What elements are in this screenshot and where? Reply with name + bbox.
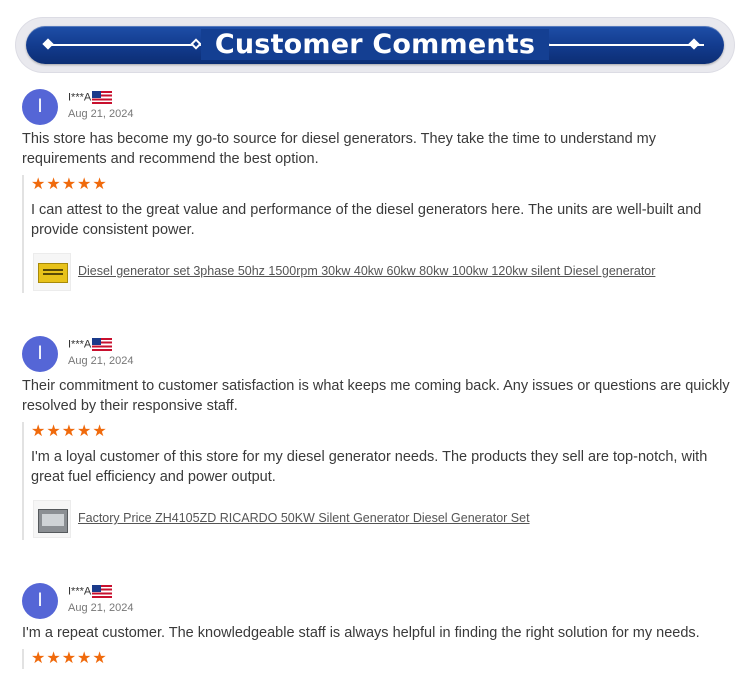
review-date: Aug 21, 2024 [68, 355, 134, 367]
reviewer-name: I***A [68, 91, 92, 104]
us-flag-icon [92, 338, 113, 351]
followup-comment: I can attest to the great value and perf… [31, 202, 702, 238]
avatar: I [22, 336, 58, 372]
review-header: I I***A Aug 21, 2024 [22, 583, 742, 623]
product-link[interactable]: Factory Price ZH4105ZD RICARDO 50KW Sile… [78, 511, 530, 525]
page-title: Customer Comments [26, 29, 724, 60]
us-flag-icon [92, 91, 113, 104]
review-date: Aug 21, 2024 [68, 602, 134, 614]
review-header: I I***A Aug 21, 2024 [22, 89, 742, 129]
generator-image [38, 509, 68, 533]
reviewer-info: I***A [68, 91, 113, 105]
reviewer-name: I***A [68, 338, 92, 351]
review-comment: This store has become my go-to source fo… [22, 131, 657, 167]
review-item: I I***A Aug 21, 2024 This store has beco… [22, 89, 742, 293]
review-followup: ★★★★★ I can attest to the great value an… [22, 175, 742, 293]
generator-image [38, 263, 68, 283]
review-item: I I***A Aug 21, 2024 Their commitment to… [22, 336, 742, 540]
review-followup: ★★★★★ I'm a loyal customer of this store… [22, 422, 742, 540]
product-link[interactable]: Diesel generator set 3phase 50hz 1500rpm… [78, 264, 655, 278]
followup-comment: I'm a loyal customer of this store for m… [31, 449, 708, 485]
reviewer-name: I***A [68, 585, 92, 598]
product-thumbnail[interactable] [33, 500, 71, 538]
header-banner-bar: Customer Comments [26, 26, 724, 64]
review-header: I I***A Aug 21, 2024 [22, 336, 742, 376]
avatar: I [22, 89, 58, 125]
product-reference[interactable]: Diesel generator set 3phase 50hz 1500rpm… [31, 253, 742, 293]
header-banner: Customer Comments [16, 18, 734, 72]
star-rating: ★★★★★ [31, 176, 108, 193]
star-rating: ★★★★★ [31, 650, 108, 667]
product-thumbnail[interactable] [33, 253, 71, 291]
reviewer-info: I***A [68, 338, 113, 352]
review-followup: ★★★★★ [22, 649, 742, 669]
product-reference[interactable]: Factory Price ZH4105ZD RICARDO 50KW Sile… [31, 500, 742, 540]
review-date: Aug 21, 2024 [68, 108, 134, 120]
review-item: I I***A Aug 21, 2024 I'm a repeat custom… [22, 583, 742, 669]
star-rating: ★★★★★ [31, 423, 108, 440]
us-flag-icon [92, 585, 113, 598]
review-comment: Their commitment to customer satisfactio… [22, 378, 730, 414]
reviewer-info: I***A [68, 585, 113, 599]
avatar: I [22, 583, 58, 619]
review-comment: I'm a repeat customer. The knowledgeable… [22, 625, 700, 641]
